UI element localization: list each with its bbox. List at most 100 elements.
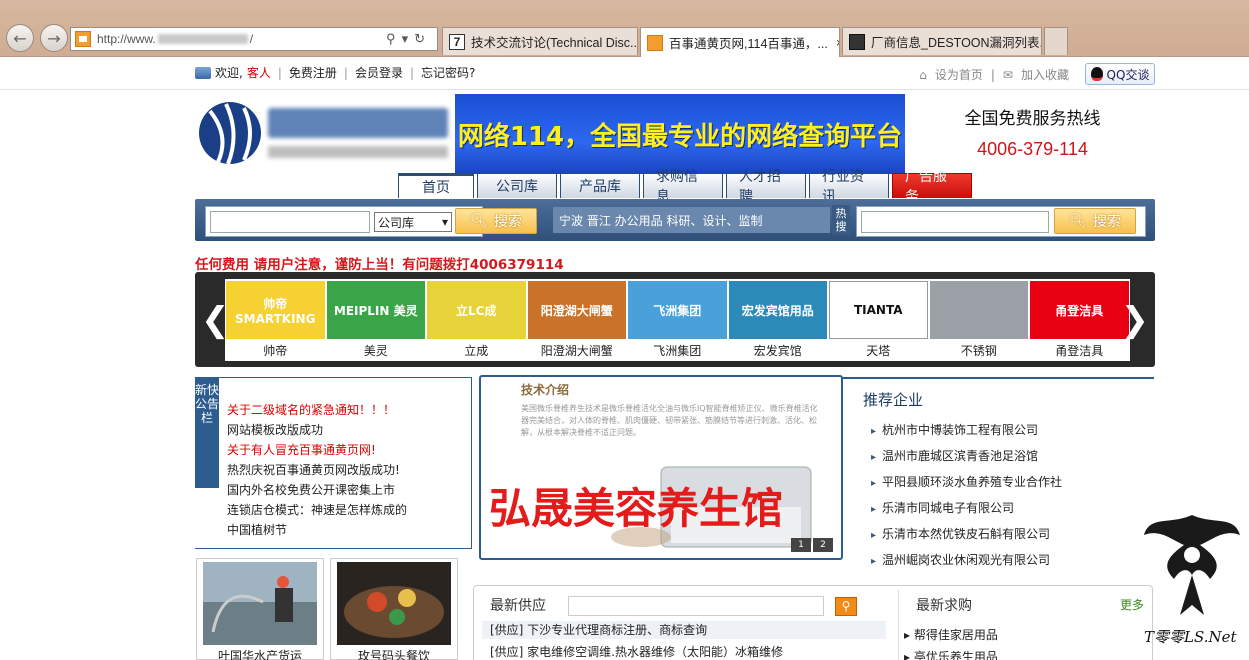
photo-card-2[interactable]: 玫号码头餐饮 xyxy=(330,558,458,660)
browser-tab-2[interactable]: 百事通黄页网,114百事通，... × xyxy=(640,27,840,57)
recommended-item[interactable]: 杭州市中博装饰工程有限公司 xyxy=(871,417,1062,443)
site-favicon xyxy=(75,31,91,47)
partner-logo-image: 宏发宾馆用品 xyxy=(728,281,827,339)
fraud-warning: 任何费用 请用户注意，谨防上当！有问题拨打4006379114 xyxy=(195,257,564,273)
search-button-2[interactable]: 🔍︎ 搜索 xyxy=(1054,208,1136,234)
feature-carousel[interactable]: 技术介绍 美国微乐脊椎养生技术是微乐脊椎活化全油与微乐IQ智能脊椎矫正仪、微乐脊… xyxy=(479,375,843,560)
back-button[interactable]: ← xyxy=(6,24,34,52)
partner-logo-image: 飞洲集团 xyxy=(628,281,727,339)
address-bar[interactable]: http://www. / ⚲▾↻ xyxy=(70,27,438,51)
home-icon: ⌂ xyxy=(919,67,927,82)
main-nav: 首页 公司库 产品库 求购信息 人才招聘 行业资讯 广告服务 xyxy=(398,169,972,205)
supply-row[interactable]: [供应] 下沙专业代理商标注册、商标查询 xyxy=(482,621,886,639)
supply-row[interactable]: [供应] 家电维修空调维.热水器维修（太阳能）冰箱维修 xyxy=(490,643,783,660)
forward-button[interactable]: → xyxy=(40,24,68,52)
search-input-2[interactable] xyxy=(861,211,1049,233)
partner-logo[interactable]: 飞洲集团 飞洲集团 xyxy=(627,279,728,361)
announcement-item[interactable]: 中国植树节 xyxy=(227,520,407,540)
mail-icon: ✉ xyxy=(1002,67,1013,82)
partner-logo-caption: 立成 xyxy=(464,344,489,358)
recommended-item[interactable]: 温州市鹿城区滨青香池足浴馆 xyxy=(871,443,1062,469)
announcement-item[interactable]: 国内外名校免费公开课密集上市 xyxy=(227,480,407,500)
demand-row[interactable]: ▸ 帮得佳家居用品 xyxy=(904,626,998,643)
panel-divider xyxy=(898,590,899,660)
nav-product[interactable]: 产品库 xyxy=(560,173,640,198)
search-button[interactable]: 🔍︎ 搜索 xyxy=(455,208,537,234)
nav-advertising[interactable]: 广告服务 xyxy=(892,169,972,205)
browser-chrome: ← → http://www. / ⚲▾↻ 7 技术交流讨论(Technical… xyxy=(0,0,1249,57)
photo-card-1[interactable]: 叶国华水产货运 xyxy=(196,558,324,660)
partner-logo-caption: 天塔 xyxy=(866,344,891,358)
recommended-item[interactable]: 平阳县顺环淡水鱼养殖专业合作社 xyxy=(871,469,1062,495)
favorite-link[interactable]: 加入收藏 xyxy=(1021,66,1069,83)
tab-favicon-icon: 7 xyxy=(449,33,465,50)
nav-buying[interactable]: 求购信息 xyxy=(643,169,723,205)
logo-globe-icon xyxy=(199,102,448,165)
partner-logo[interactable]: 阳澄湖大闸蟹 阳澄湖大闸蟹 xyxy=(527,279,628,361)
carousel-big-text: 弘晟美容养生馆 xyxy=(489,484,784,533)
browser-tab-1[interactable]: 7 技术交流讨论(Technical Disc... xyxy=(442,27,638,55)
announcement-item[interactable]: 关于二级域名的紧急通知！！！ xyxy=(227,400,407,420)
browser-tab-3[interactable]: 厂商信息_DESTOON漏洞列表... xyxy=(842,27,1042,55)
carousel-page-1[interactable]: 1 xyxy=(791,538,811,552)
search-category-select[interactable]: 公司库 ▾ xyxy=(374,212,452,232)
address-tail: / xyxy=(249,32,254,46)
hot-keywords[interactable]: 宁波 晋江 办公用品 科研、设计、监制 xyxy=(553,207,830,233)
partner-logo[interactable]: 不锈钢 xyxy=(929,279,1030,361)
search-icon[interactable]: ⚲ xyxy=(386,31,402,46)
recommended-list: 杭州市中博装饰工程有限公司温州市鹿城区滨青香池足浴馆平阳县顺环淡水鱼养殖专业合作… xyxy=(871,417,1062,573)
partner-logo-caption: 宏发宾馆 xyxy=(753,344,802,358)
demand-row[interactable]: ▸ 亭优乐养生用品 xyxy=(904,648,998,660)
nav-company[interactable]: 公司库 xyxy=(477,173,557,198)
user-icon xyxy=(195,66,211,79)
refresh-icon[interactable]: ↻ xyxy=(414,31,431,46)
announcement-item[interactable]: 连锁店仓模式：神速是怎样炼成的 xyxy=(227,500,407,520)
recommended-item[interactable]: 乐清市同城电子有限公司 xyxy=(871,495,1062,521)
chevron-down-icon: ▾ xyxy=(441,215,448,229)
partner-logo[interactable]: MEIPLIN 美灵 美灵 xyxy=(326,279,427,361)
partner-logo-image: TIANTA xyxy=(829,281,928,339)
set-home-link[interactable]: 设为首页 xyxy=(935,66,983,83)
qq-chat-button[interactable]: QQ交谈 xyxy=(1085,63,1155,85)
watermark-logo: T零零LS.Net xyxy=(1140,505,1244,653)
hot-search-label: 热搜 xyxy=(832,205,850,235)
search-input[interactable] xyxy=(210,211,370,233)
partner-logo[interactable]: TIANTA 天塔 xyxy=(828,279,929,361)
supply-search-input[interactable] xyxy=(568,596,824,616)
nav-jobs[interactable]: 人才招聘 xyxy=(726,169,806,205)
login-link[interactable]: 会员登录 xyxy=(355,64,403,81)
search-button-label: 搜索 xyxy=(493,214,522,230)
nav-home[interactable]: 首页 xyxy=(398,173,474,198)
carousel-page-2[interactable]: 2 xyxy=(813,538,833,552)
qq-penguin-icon xyxy=(1090,67,1103,81)
site-logo[interactable] xyxy=(196,96,454,170)
magnifier-icon: 🔍︎ xyxy=(470,213,488,229)
header-banner-ad[interactable]: 网络114，全国最专业的网络查询平台 xyxy=(455,94,905,174)
announcement-item[interactable]: 网站模板改版成功 xyxy=(227,420,407,440)
carousel-body: 美国微乐脊椎养生技术是微乐脊椎活化全油与微乐IQ智能脊椎矫正仪、微乐脊椎活化器完… xyxy=(521,404,818,437)
address-tools[interactable]: ⚲▾↻ xyxy=(386,31,431,47)
announcement-item[interactable]: 关于有人冒充百事通黄页网! xyxy=(227,440,407,460)
partner-logo[interactable]: 甬登洁具 甬登洁具 xyxy=(1029,279,1130,361)
supply-search-button[interactable]: ⚲ xyxy=(835,597,857,616)
close-tab-icon[interactable]: × xyxy=(836,36,839,50)
address-text: http://www. xyxy=(97,32,156,46)
guest-name: 客人 xyxy=(246,66,271,80)
watermark-text: T零零LS.Net xyxy=(1144,628,1237,646)
recommended-item[interactable]: 温州崛岗农业休闲观光有限公司 xyxy=(871,547,1062,573)
dropdown-icon[interactable]: ▾ xyxy=(402,31,415,46)
register-link[interactable]: 免费注册 xyxy=(289,64,337,81)
partner-logo-scroller: ❮ 帅帝 SMARTKING 帅帝 MEIPLIN 美灵 美灵 立LC成 立成 阳澄湖大闸蟹… xyxy=(195,272,1155,367)
partner-logo[interactable]: 立LC成 立成 xyxy=(426,279,527,361)
demand-row-text: 亭优乐养生用品 xyxy=(913,650,998,660)
supply-title: 最新供应 xyxy=(490,598,546,614)
recommended-item[interactable]: 乐清市本然优铁皮石斛有限公司 xyxy=(871,521,1062,547)
tab-favicon-icon xyxy=(647,34,663,51)
scroll-right-icon[interactable]: ❯ xyxy=(1121,300,1150,340)
nav-news[interactable]: 行业资讯 xyxy=(809,169,889,205)
announcement-item[interactable]: 热烈庆祝百事通黄页网改版成功! xyxy=(227,460,407,480)
forgot-password-link[interactable]: 忘记密码? xyxy=(421,64,475,81)
partner-logo[interactable]: 宏发宾馆用品宏发宾馆 xyxy=(728,279,829,361)
new-tab-button[interactable] xyxy=(1044,27,1068,55)
partner-logo[interactable]: 帅帝 SMARTKING 帅帝 xyxy=(225,279,326,361)
